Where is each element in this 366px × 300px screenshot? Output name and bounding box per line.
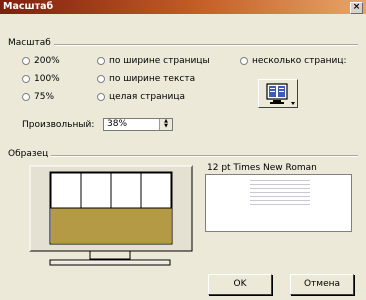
sample-group-border	[8, 155, 358, 157]
radio-circle	[97, 93, 105, 101]
radio-zoom-75[interactable]: 75%	[22, 92, 54, 102]
cancel-button[interactable]: Отмена	[290, 274, 354, 295]
radio-label: по ширине текста	[109, 74, 196, 84]
zoom-group-label: Масштаб	[8, 38, 54, 48]
radio-zoom-200[interactable]: 200%	[22, 56, 60, 66]
radio-label: 100%	[34, 74, 60, 84]
zoom-dialog: Масштаб × Масштаб 200% 100% 75% по ширин…	[0, 0, 366, 300]
radio-label: по ширине страницы	[109, 56, 210, 66]
ok-button[interactable]: OK	[208, 274, 272, 295]
preview-text-lines	[250, 180, 310, 208]
radio-many-pages[interactable]: несколько страниц:	[240, 56, 346, 66]
custom-zoom-value[interactable]: 38%	[107, 119, 127, 129]
zoom-group-border	[8, 44, 358, 46]
custom-zoom-label: Произвольный:	[22, 120, 95, 130]
radio-circle	[240, 57, 248, 65]
pages-picker-button[interactable]	[258, 79, 298, 108]
radio-page-width[interactable]: по ширине страницы	[97, 56, 210, 66]
radio-label: целая страница	[109, 92, 185, 102]
spin-down-icon[interactable]: ▼	[160, 124, 172, 129]
dialog-title: Масштаб	[3, 1, 54, 12]
radio-label: 200%	[34, 56, 60, 66]
radio-whole-page[interactable]: целая страница	[97, 92, 185, 102]
sample-group-label: Образец	[8, 149, 52, 159]
radio-circle	[22, 57, 30, 65]
radio-label: 75%	[34, 92, 55, 102]
font-caption: 12 pt Times New Roman	[207, 163, 317, 173]
radio-circle	[22, 75, 30, 83]
radio-label: несколько страниц:	[252, 56, 347, 66]
close-button[interactable]: ×	[350, 2, 363, 14]
close-icon: ×	[352, 2, 361, 12]
radio-circle	[22, 93, 30, 101]
monitor-pages-icon	[266, 83, 295, 105]
radio-circle	[97, 75, 105, 83]
radio-circle	[97, 57, 105, 65]
monitor-preview-image	[29, 165, 193, 266]
text-preview-box	[205, 174, 352, 232]
radio-zoom-100[interactable]: 100%	[22, 74, 60, 84]
title-bar: Масштаб ×	[0, 0, 366, 14]
radio-text-width[interactable]: по ширине текста	[97, 74, 195, 84]
spin-arrows[interactable]: ▲ ▼	[159, 119, 172, 130]
custom-zoom-spinbox[interactable]: 38% ▲ ▼	[103, 118, 173, 131]
